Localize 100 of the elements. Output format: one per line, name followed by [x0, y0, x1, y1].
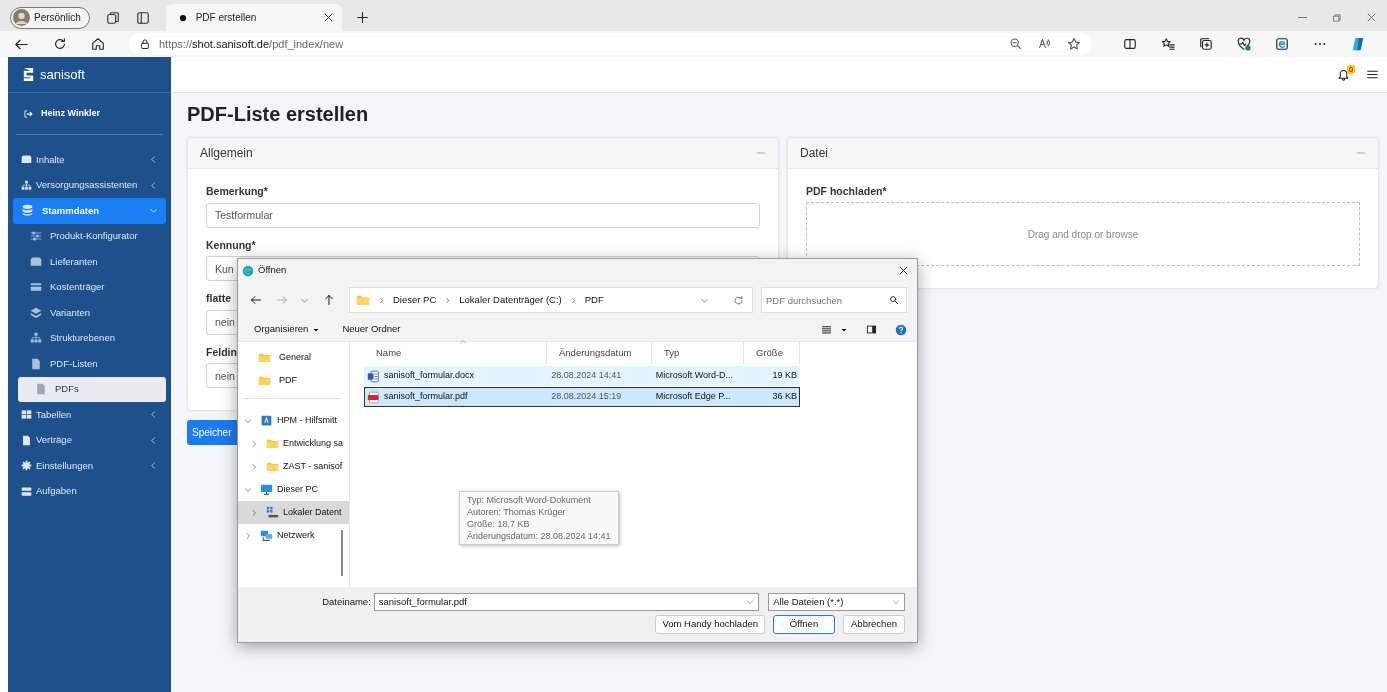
pdf-file-icon — [367, 390, 380, 404]
restore-icon[interactable] — [1332, 12, 1342, 23]
path-segment[interactable]: Dieser PC — [393, 292, 437, 308]
view-icon[interactable] — [821, 324, 832, 335]
file-size: 19 KB — [771, 369, 798, 383]
file-row[interactable]: sanisoft_formular.docx 28.08.2024 14:41 Microsoft Word-D... 19 KB — [364, 366, 800, 386]
path-segment[interactable]: PDF — [584, 292, 604, 308]
new-folder-button[interactable]: Neuer Ordner — [336, 322, 407, 337]
page-title: PDF-Liste erstellen — [187, 102, 370, 126]
tree-item[interactable]: Lokaler Datent — [238, 501, 349, 524]
box-icon — [21, 154, 32, 166]
zoom-out-icon[interactable] — [1009, 37, 1022, 50]
tree-item[interactable]: General — [238, 346, 349, 369]
file-type: Microsoft Word-D... — [654, 369, 734, 383]
profile-button[interactable]: Persönlich — [10, 6, 90, 29]
column-header[interactable]: Typ — [652, 342, 744, 364]
nav-item[interactable]: Aufgaben — [13, 478, 166, 504]
star-icon[interactable] — [1067, 37, 1081, 51]
file-name: sanisoft_formular.docx — [384, 369, 475, 383]
search-field[interactable]: PDF durchsuchen — [761, 287, 907, 313]
collections-icon[interactable] — [1199, 37, 1213, 51]
dropdown-icon — [892, 598, 900, 606]
drive-icon — [266, 506, 279, 519]
nav-item[interactable]: PDFs — [18, 376, 166, 402]
browser-tab[interactable]: PDF erstellen — [165, 4, 342, 31]
nav-item[interactable]: Versorgungsassistenten — [13, 172, 166, 198]
address-field[interactable]: https://shot.sanisoft.de/pdf_index/new — [129, 33, 1091, 55]
tree-item[interactable]: Dieser PC — [238, 478, 349, 501]
help-icon[interactable] — [895, 323, 907, 336]
copilot-icon[interactable] — [1351, 37, 1365, 51]
card-title: Datei — [800, 145, 829, 162]
file-name: sanisoft_formular.pdf — [384, 390, 468, 404]
path-field[interactable]: Dieser PC Lokaler Datenträger (C:) PDF — [349, 287, 753, 313]
preview-pane-icon[interactable] — [866, 324, 877, 335]
field-label: Kennung* — [206, 238, 256, 251]
favicon-icon — [177, 12, 188, 23]
home-icon[interactable] — [91, 37, 105, 51]
notifications-icon[interactable] — [1337, 68, 1350, 81]
nav-item[interactable]: Varianten — [13, 300, 166, 326]
read-aloud-icon[interactable] — [1038, 37, 1051, 50]
nav-item[interactable]: Produkt-Konfigurator — [13, 223, 166, 249]
new-tab-icon[interactable] — [355, 11, 369, 24]
column-header[interactable]: Name — [364, 342, 547, 364]
text-field[interactable]: Testformular — [206, 202, 760, 228]
logo-icon — [21, 66, 36, 83]
tree-item[interactable]: ZAST - sanisof — [238, 455, 349, 478]
close-icon[interactable] — [322, 12, 334, 23]
dialog-button[interactable]: Vom Handy hochladen — [655, 615, 765, 634]
nav-item[interactable]: Kostenträger — [13, 274, 166, 300]
tree-item[interactable]: Netzwerk — [238, 524, 349, 547]
path-segment[interactable]: Lokaler Datenträger (C:) — [459, 292, 562, 308]
split-screen-icon[interactable] — [1123, 37, 1137, 51]
file-row[interactable]: sanisoft_formular.pdf 28.08.2024 15:19 Microsoft Edge P... 36 KB — [364, 387, 800, 407]
favorites-icon[interactable] — [1161, 37, 1175, 51]
organize-button[interactable]: Organisieren — [248, 322, 327, 337]
tree-item[interactable]: PDF — [238, 369, 349, 392]
card-title: Allgemein — [200, 145, 254, 162]
sitemap-icon — [30, 332, 42, 345]
scrollbar[interactable] — [341, 530, 343, 576]
nav-item[interactable]: Verträge — [13, 427, 166, 453]
nav-item[interactable]: Tabellen — [13, 402, 166, 428]
dialog-button[interactable]: Abbrechen — [843, 615, 905, 634]
ie-mode-icon[interactable] — [1275, 37, 1289, 51]
field-label: PDF hochladen* — [806, 185, 887, 197]
nav-item[interactable]: Lieferanten — [13, 249, 166, 275]
credit-card-icon — [30, 281, 42, 294]
folder-icon — [266, 437, 279, 450]
workspaces-button[interactable] — [105, 10, 120, 25]
menu-icon[interactable] — [1366, 68, 1379, 81]
column-header[interactable]: Größe — [744, 342, 800, 364]
back-icon[interactable] — [250, 294, 262, 306]
nav-item[interactable]: Inhalte — [13, 147, 166, 173]
library-icon — [260, 414, 273, 427]
heart-icon[interactable] — [1237, 37, 1251, 51]
folder-icon — [258, 351, 271, 364]
dialog-button[interactable]: Öffnen — [773, 615, 835, 634]
lock-icon — [139, 38, 151, 50]
up-icon[interactable] — [323, 294, 335, 306]
user-link[interactable]: Heinz Winkler — [16, 93, 163, 135]
field-label: Bemerkung* — [206, 185, 268, 197]
vertical-tabs-button[interactable] — [135, 10, 150, 25]
nav-item[interactable]: Stammdaten — [13, 198, 166, 224]
reload-icon[interactable] — [53, 37, 67, 51]
nav-item[interactable]: Strukturebenen — [13, 325, 166, 351]
tooltip-line: Autoren: Thomas Krüger — [467, 506, 567, 518]
close-icon[interactable] — [898, 265, 909, 276]
refresh-icon[interactable] — [733, 294, 744, 306]
table-icon — [21, 409, 32, 421]
workspaces-icon — [105, 10, 120, 25]
layers-icon — [30, 306, 42, 319]
chevron-right-icon — [378, 296, 385, 304]
search-icon — [889, 295, 899, 305]
file-type-dropdown[interactable]: Alle Dateien (*.*) — [768, 593, 905, 611]
nav-item[interactable]: Einstellungen — [13, 453, 166, 479]
sliders-icon — [30, 230, 42, 243]
chevron-right-icon — [444, 296, 452, 304]
chevron-right-icon — [569, 296, 577, 304]
filename-field[interactable]: sanisoft_formular.pdf — [373, 593, 760, 611]
nav-item[interactable]: PDF-Listen — [13, 351, 166, 377]
column-header[interactable]: Änderungsdatum — [547, 342, 652, 364]
